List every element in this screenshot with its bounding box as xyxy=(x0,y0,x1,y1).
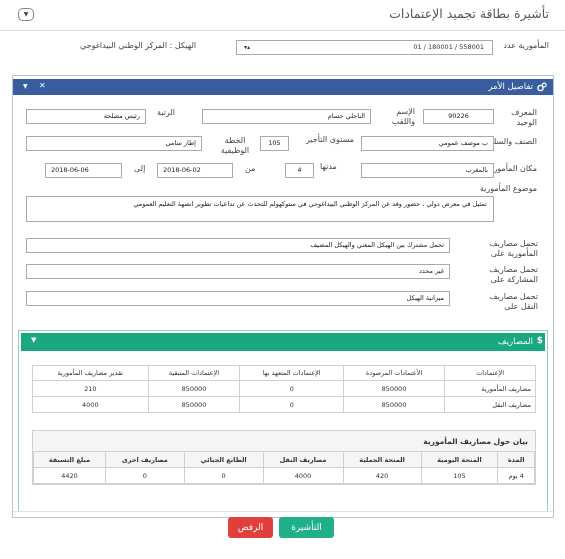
table-header: مصاريف النقل xyxy=(262,451,344,468)
from-date-field[interactable]: 2018-06-02 xyxy=(157,163,233,178)
table-cell: مصاريف المأمورية xyxy=(444,380,536,397)
order-details-header: تفاصيل الأمر ✕ ▼ xyxy=(13,79,553,95)
table-cell: 420 xyxy=(342,467,422,484)
mission-expenses-statement: بيان حول مصاريف المأمورية المدة المنحة ا… xyxy=(32,430,536,485)
table-cell: 4000 xyxy=(262,467,344,484)
table-row: 4 يوم 105 420 4000 0 0 4420 xyxy=(33,467,535,484)
chevron-down-icon: ▼ xyxy=(23,11,29,18)
table-header: مصاريف اخرى xyxy=(104,451,185,468)
level-label: مستوى التأجير xyxy=(305,135,355,144)
table-cell: 4 يوم xyxy=(497,467,535,484)
name-field[interactable]: الناجلي حسام xyxy=(202,109,371,124)
transport-cost-label: تحمل مصاريف النقل على xyxy=(489,292,538,311)
page-title: تأشيرة بطاقة تجميد الإعتمادات xyxy=(389,6,549,21)
rank-label: الرتبة xyxy=(157,108,176,117)
credits-table: الإعتمادات الأعتمادات المرصودة الإعتمادا… xyxy=(32,365,536,413)
table-header-row: المدة المنحة اليومية المنحة الجملية مصار… xyxy=(33,451,535,468)
mission-number-select[interactable]: 558001 / 180001 / 01 ▴▾ xyxy=(236,40,493,55)
id-field[interactable]: 90226 xyxy=(423,109,494,124)
table-header-row: الإعتمادات الأعتمادات المرصودة الإعتمادا… xyxy=(32,365,536,381)
table-header: الأعتمادات المرصودة xyxy=(342,365,446,381)
to-label: إلى xyxy=(134,164,146,173)
collapse-button[interactable]: ▼ xyxy=(18,8,34,21)
place-field[interactable]: بالمغرب xyxy=(361,163,494,178)
level-field[interactable]: 105 xyxy=(260,136,289,151)
table-cell: 0 xyxy=(104,467,185,484)
table-cell: 850000 xyxy=(342,396,446,413)
table-cell: 0 xyxy=(183,467,264,484)
id-label: المعرف الوحيد xyxy=(511,108,537,127)
table-header: المدة xyxy=(497,451,535,468)
plan-field[interactable]: إطار سامي xyxy=(26,136,202,151)
table-header: الإعتمادات المتعهد بها xyxy=(239,365,344,381)
table-row: مصاريف النقل 850000 0 850000 4000 xyxy=(32,396,536,413)
table-row: مصاريف المأمورية 850000 0 850000 210 xyxy=(32,380,536,397)
table-cell: مصاريف النقل xyxy=(444,396,536,413)
from-label: من xyxy=(245,164,256,173)
plan-label: الخطة الوظيفية xyxy=(220,136,250,155)
rank-field[interactable]: رئيس مصلحة xyxy=(26,109,146,124)
approve-button[interactable]: التأشيرة xyxy=(279,517,334,538)
table-header: الطابع الجبائي xyxy=(183,451,264,468)
table-cell: 0 xyxy=(239,396,344,413)
table-header: الإعتمادات المتبقية xyxy=(147,365,241,381)
table-cell: 850000 xyxy=(147,380,241,397)
table-header: تقدير مصاريف المأمورية xyxy=(32,365,149,381)
expenses-header: $ المصاريف ▼ xyxy=(21,333,545,351)
subject-label: موضوع المأمورية xyxy=(479,184,537,193)
select-arrows-icon: ▴▾ xyxy=(244,44,251,51)
place-label: مكان المأمورية xyxy=(486,164,537,173)
divider xyxy=(13,511,553,512)
chevron-down-icon[interactable]: ▼ xyxy=(23,83,28,90)
table-cell: 4000 xyxy=(32,396,149,413)
table-header: الإعتمادات xyxy=(444,365,536,381)
divider xyxy=(0,30,565,31)
reject-button[interactable]: الرفض xyxy=(228,517,273,538)
class-label: الصنف والسلك xyxy=(487,137,537,146)
dollar-icon: $ xyxy=(536,336,543,346)
subject-field[interactable]: تمثيل في معرض دولي ، حضور وفد عن المركز … xyxy=(26,196,494,222)
chevron-down-icon[interactable]: ▼ xyxy=(31,336,36,344)
table-header: مبلغ التسبقة xyxy=(33,451,106,468)
mission-cost-label: تحمل مصاريف المأمورية على xyxy=(489,239,538,258)
table-cell: 850000 xyxy=(342,380,446,397)
transport-cost-field[interactable]: ميزانية الهيكل xyxy=(26,291,450,306)
cogs-icon xyxy=(537,82,547,94)
mission-number-value: 558001 / 180001 / 01 xyxy=(413,43,484,51)
mission-cost-field[interactable]: تحمل مشترك بين الهيكل المعني والهيكل الم… xyxy=(26,238,450,253)
participation-cost-label: تحمل مصاريف المشاركة على xyxy=(489,265,538,284)
table-cell: 4420 xyxy=(33,467,106,484)
to-date-field[interactable]: 2018-06-06 xyxy=(45,163,122,178)
statement-caption: بيان حول مصاريف المأمورية xyxy=(33,431,535,451)
duration-field[interactable]: 4 xyxy=(285,163,314,178)
duration-label: مدتها xyxy=(320,162,337,171)
class-field[interactable]: ب موصف عمومي xyxy=(361,136,494,151)
table-cell: 0 xyxy=(239,380,344,397)
participation-cost-field[interactable]: غير محدد xyxy=(26,264,450,279)
table-header: المنحة اليومية xyxy=(420,451,499,468)
close-icon[interactable]: ✕ xyxy=(39,81,46,90)
name-label: الإسم واللقب xyxy=(391,107,415,126)
table-cell: 850000 xyxy=(147,396,241,413)
table-header: المنحة الجملية xyxy=(342,451,422,468)
statement-table: المدة المنحة اليومية المنحة الجملية مصار… xyxy=(33,451,535,484)
expenses-title: المصاريف xyxy=(497,337,533,347)
table-cell: 210 xyxy=(32,380,149,397)
structure-label: الهيكل : المركز الوطني البيداغوجي xyxy=(80,41,197,50)
panel-title: تفاصيل الأمر xyxy=(488,82,533,92)
table-cell: 105 xyxy=(420,467,499,484)
mission-number-label: المأمورية عدد xyxy=(503,41,549,50)
